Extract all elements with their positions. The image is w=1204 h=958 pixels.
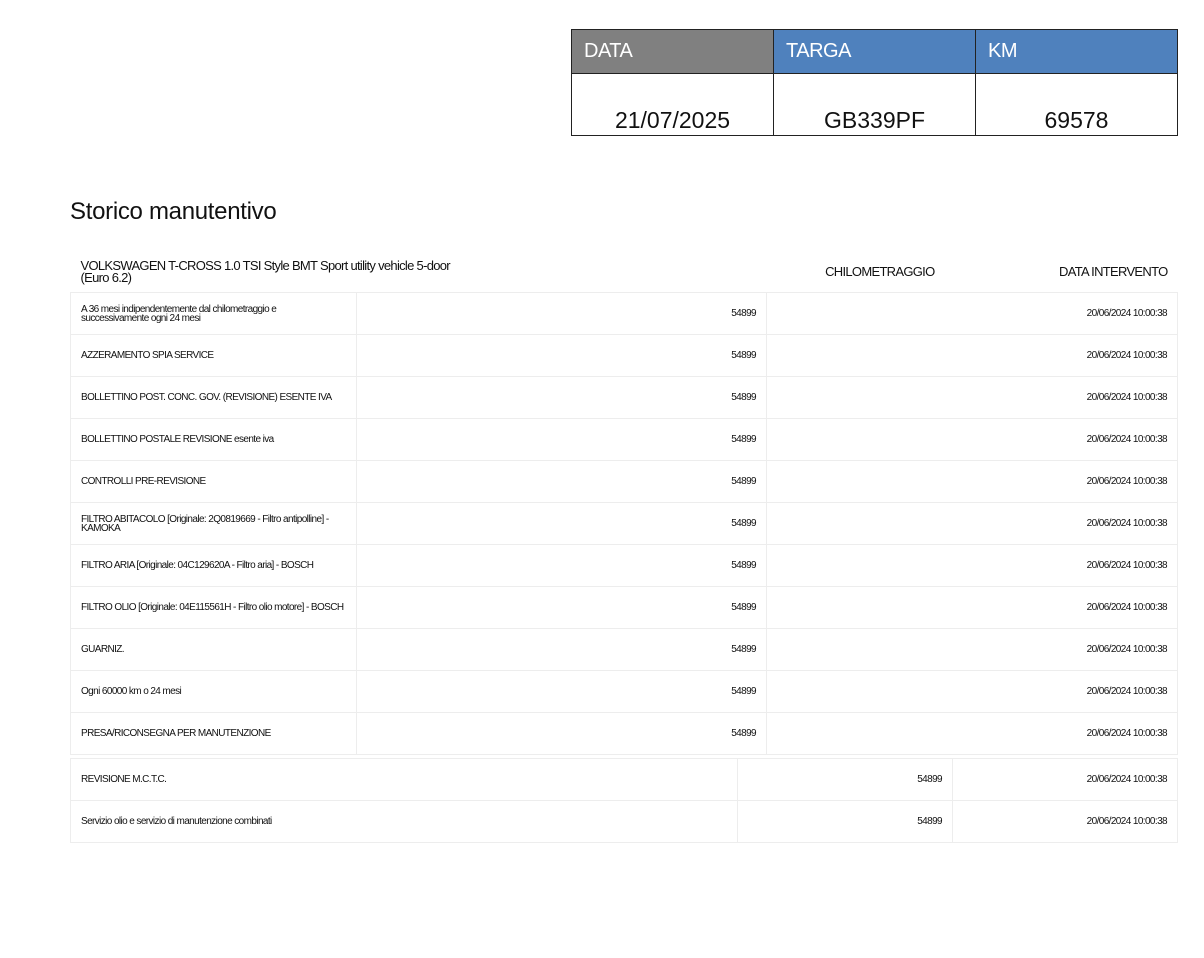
section-title: Storico manutentivo: [70, 198, 277, 225]
row-description: FILTRO OLIO [Originale: 04E115561H - Fil…: [70, 586, 357, 629]
row-date: 20/06/2024 10:00:38: [766, 376, 1178, 419]
row-date: 20/06/2024 10:00:38: [766, 418, 1178, 461]
row-description: A 36 mesi indipendentemente dal chilomet…: [70, 292, 357, 335]
summary-value-row: 21/07/2025 GB339PF 69578: [571, 73, 1178, 136]
row-km: 54899: [356, 334, 767, 377]
row-description: Servizio olio e servizio di manutenzione…: [70, 800, 738, 843]
summary-header-targa: TARGA: [773, 29, 976, 74]
row-km: 54899: [356, 586, 767, 629]
summary-date-value: 21/07/2025: [571, 73, 774, 136]
table-row: Ogni 60000 km o 24 mesi 54899 20/06/2024 1…: [70, 670, 1178, 713]
row-description: AZZERAMENTO SPIA SERVICE: [70, 334, 357, 377]
table-row: PRESA/RICONSEGNA PER MANUTENZIONE 54899 20…: [70, 712, 1178, 755]
row-date: 20/06/2024 10:00:38: [766, 712, 1178, 755]
row-km: 54899: [356, 460, 767, 503]
column-header-km: CHILOMETRAGGIO: [825, 264, 935, 279]
row-km: 54899: [356, 292, 767, 335]
row-date: 20/06/2024 10:00:38: [766, 670, 1178, 713]
table-row: GUARNIZ. 54899 20/06/2024 10:00:38: [70, 628, 1178, 671]
table-row: FILTRO ABITACOLO [Originale: 2Q0819669 -…: [70, 502, 1178, 545]
table-row: BOLLETTINO POST. CONC. GOV. (REVISIONE) …: [70, 376, 1178, 419]
column-header-km-date: CHILOMETRAGGIO DATA INTERVENTO: [767, 252, 1178, 293]
table-row: CONTROLLI PRE-REVISIONE 54899 20/06/2024 1…: [70, 460, 1178, 503]
maintenance-header-row: VOLKSWAGEN T-CROSS 1.0 TSI Style BMT Spo…: [71, 252, 1178, 293]
row-date: 20/06/2024 10:00:38: [952, 758, 1178, 801]
row-km: 54899: [356, 544, 767, 587]
table-row: Servizio olio e servizio di manutenzione…: [70, 800, 1178, 843]
row-date: 20/06/2024 10:00:38: [766, 334, 1178, 377]
row-date: 20/06/2024 10:00:38: [952, 800, 1178, 843]
table-row: REVISIONE M.C.T.C. 54899 20/06/2024 10:00:…: [70, 758, 1178, 801]
vehicle-summary-table: DATA TARGA KM 21/07/2025 GB339PF 69578: [571, 29, 1178, 136]
row-description: FILTRO ARIA [Originale: 04C129620A - Fil…: [70, 544, 357, 587]
row-km: 54899: [356, 418, 767, 461]
maintenance-table-continued: REVISIONE M.C.T.C. 54899 20/06/2024 10:00:…: [70, 758, 1178, 843]
row-km: 54899: [356, 502, 767, 545]
summary-km-value: 69578: [975, 73, 1178, 136]
table-row: AZZERAMENTO SPIA SERVICE 54899 20/06/2024 …: [70, 334, 1178, 377]
row-km: 54899: [737, 758, 953, 801]
row-description: Ogni 60000 km o 24 mesi: [70, 670, 357, 713]
row-km: 54899: [356, 628, 767, 671]
row-description: PRESA/RICONSEGNA PER MANUTENZIONE: [70, 712, 357, 755]
row-description: GUARNIZ.: [70, 628, 357, 671]
table-row: FILTRO OLIO [Originale: 04E115561H - Fil…: [70, 586, 1178, 629]
row-km: 54899: [737, 800, 953, 843]
row-km: 54899: [356, 712, 767, 755]
column-header-date: DATA INTERVENTO: [1059, 264, 1168, 279]
row-date: 20/06/2024 10:00:38: [766, 586, 1178, 629]
row-description: FILTRO ABITACOLO [Originale: 2Q0819669 -…: [70, 502, 357, 545]
table-row: A 36 mesi indipendentemente dal chilomet…: [70, 292, 1178, 335]
row-date: 20/06/2024 10:00:38: [766, 460, 1178, 503]
row-km: 54899: [356, 376, 767, 419]
row-description: CONTROLLI PRE-REVISIONE: [70, 460, 357, 503]
row-date: 20/06/2024 10:00:38: [766, 628, 1178, 671]
summary-header-km: KM: [975, 29, 1178, 74]
vehicle-description: VOLKSWAGEN T-CROSS 1.0 TSI Style BMT Spo…: [80, 258, 451, 285]
maintenance-table: VOLKSWAGEN T-CROSS 1.0 TSI Style BMT Spo…: [70, 252, 1178, 755]
row-km: 54899: [356, 670, 767, 713]
row-description: BOLLETTINO POSTALE REVISIONE esente iva: [70, 418, 357, 461]
table-row: FILTRO ARIA [Originale: 04C129620A - Fil…: [70, 544, 1178, 587]
row-date: 20/06/2024 10:00:38: [766, 502, 1178, 545]
summary-header-row: DATA TARGA KM: [571, 29, 1178, 74]
row-date: 20/06/2024 10:00:38: [766, 544, 1178, 587]
table-row: BOLLETTINO POSTALE REVISIONE esente iva 5…: [70, 418, 1178, 461]
row-description: BOLLETTINO POST. CONC. GOV. (REVISIONE) …: [70, 376, 357, 419]
summary-header-data: DATA: [571, 29, 774, 74]
row-date: 20/06/2024 10:00:38: [766, 292, 1178, 335]
summary-plate-value: GB339PF: [773, 73, 976, 136]
row-description: REVISIONE M.C.T.C.: [70, 758, 738, 801]
